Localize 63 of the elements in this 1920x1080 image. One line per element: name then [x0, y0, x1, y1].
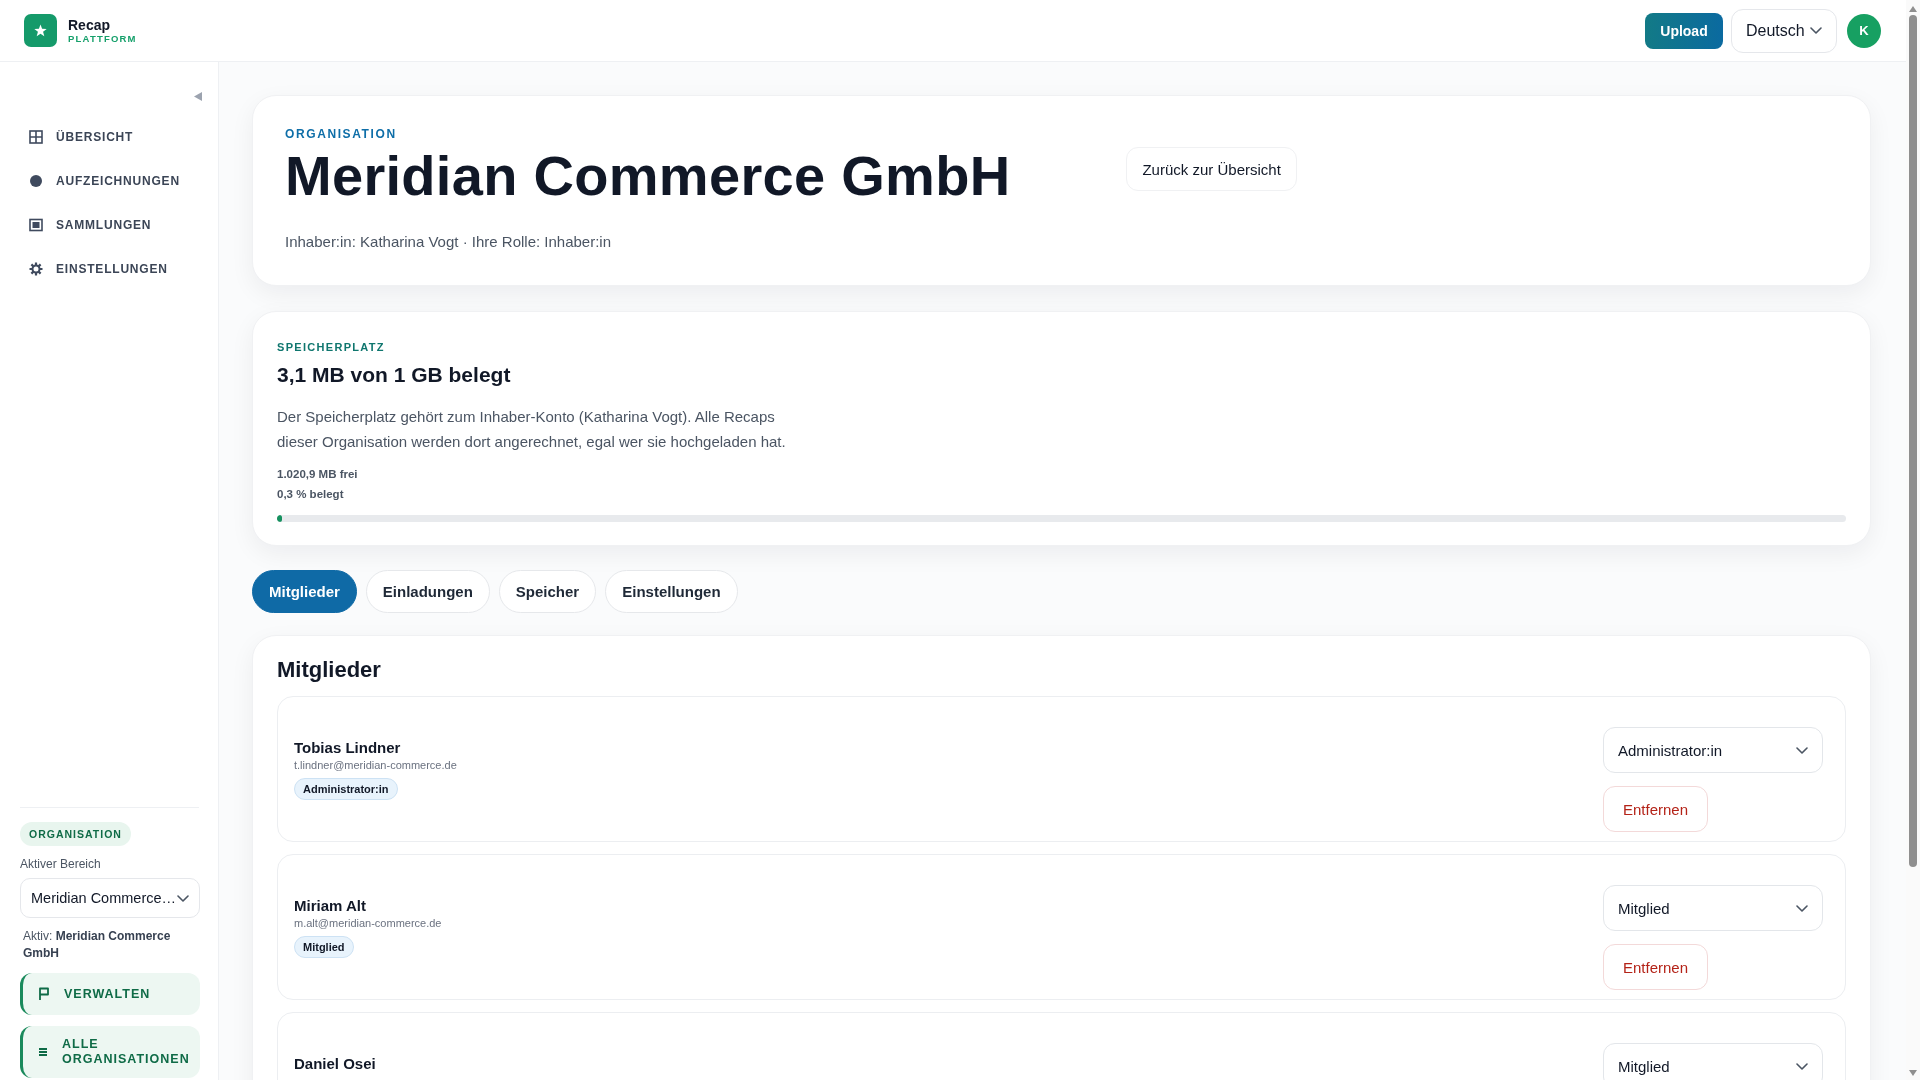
brand-name: Recap: [68, 16, 112, 33]
grid-icon: [29, 130, 43, 144]
chevron-down-icon: [1810, 27, 1822, 34]
sidebar-item-label: AUFZEICHNUNGEN: [56, 174, 180, 188]
scrollbar-track[interactable]: [1906, 0, 1920, 1080]
role-badge: Mitglied: [294, 936, 354, 958]
role-select[interactable]: Administrator:in: [1603, 727, 1823, 773]
owner-role-text: Inhaber:in: Katharina Vogt · Ihre Rolle: Inhaber:in: [285, 232, 613, 252]
member-name: Tobias Lindner: [294, 739, 401, 757]
language-select[interactable]: Deutsch: [1731, 8, 1837, 53]
sidebar-action-button[interactable]: ALLE ORGANISATIONEN: [20, 1026, 200, 1078]
action-label: ALLE ORGANISATIONEN: [62, 1037, 190, 1067]
sidebar-item[interactable]: SAMMLUNGEN: [20, 203, 199, 247]
gear-icon: [29, 262, 43, 276]
section-eyebrow: ORGANISATION: [285, 126, 398, 142]
members-heading: Mitglieder: [277, 656, 382, 684]
scrollbar-thumb[interactable]: [1909, 15, 1917, 867]
sidebar-item-label: EINSTELLUNGEN: [56, 262, 168, 276]
organisation-badge: ORGANISATION: [20, 822, 131, 846]
storage-usage-title: 3,1 MB von 1 GB belegt: [277, 362, 512, 388]
active-organisation-note: Aktiv: Meridian Commerce GmbH: [22, 928, 172, 962]
tab[interactable]: Mitglieder: [252, 570, 357, 613]
member-name: Daniel Osei: [294, 1055, 376, 1073]
square-frame-icon: [29, 218, 43, 232]
star-logo-icon[interactable]: [24, 14, 57, 47]
free-space-text: 1.020,9 MB frei: [277, 467, 359, 482]
scroll-down-icon[interactable]: [1909, 1070, 1917, 1076]
storage-description: Der Speicherplatz gehört zum Inhaber-Konto (Katharina Vogt). Alle Recaps dieser Organisation werden dort angerechnet, egal wer sie hochgeladen hat.: [277, 407, 787, 452]
sidebar-action-button[interactable]: VERWALTEN: [20, 973, 200, 1015]
sidebar-item-label: ÜBERSICHT: [56, 130, 134, 144]
role-badge: Administrator:in: [294, 778, 398, 800]
brand-tagline: PLATTFORM: [68, 32, 137, 45]
chevron-down-icon: [1796, 1062, 1808, 1070]
member-email: m.alt@meridian-commerce.de: [294, 916, 442, 930]
upload-button[interactable]: Upload: [1645, 12, 1723, 49]
tab[interactable]: Speicher: [498, 570, 597, 613]
role-select[interactable]: Mitglied: [1603, 885, 1823, 931]
sidebar-item[interactable]: ÜBERSICHT: [20, 115, 199, 159]
action-label: VERWALTEN: [64, 986, 151, 1002]
scroll-up-icon[interactable]: [1909, 6, 1917, 12]
sidebar-item-label: SAMMLUNGEN: [56, 218, 152, 232]
sidebar-item[interactable]: EINSTELLUNGEN: [20, 247, 199, 291]
sidebar-item[interactable]: AUFZEICHNUNGEN: [20, 159, 199, 203]
chevron-down-icon: [1796, 746, 1808, 754]
chevron-down-icon: [177, 894, 189, 902]
section-eyebrow: SPEICHERPLATZ: [277, 340, 386, 354]
dot-icon: [29, 174, 43, 188]
role-select[interactable]: Mitglied: [1603, 1043, 1823, 1080]
member-email: t.lindner@meridian-commerce.de: [294, 758, 457, 772]
tab[interactable]: Einstellungen: [605, 570, 738, 613]
back-button[interactable]: Zurück zur Übersicht: [1126, 147, 1297, 191]
member-name: Miriam Alt: [294, 897, 366, 915]
used-percent-text: 0,3 % belegt: [277, 487, 345, 502]
tab[interactable]: Einladungen: [365, 570, 490, 613]
list-icon: [38, 1047, 48, 1057]
remove-button[interactable]: Entfernen: [1603, 786, 1708, 832]
flag-icon: [38, 987, 50, 1001]
chevron-down-icon: [1796, 904, 1808, 912]
organisation-title: Meridian Commerce GmbH: [285, 144, 1011, 208]
field-label: Aktiver Bereich: [20, 857, 101, 872]
organisation-select[interactable]: Meridian Commerce…: [20, 878, 200, 918]
remove-button[interactable]: Entfernen: [1603, 944, 1708, 990]
left-triangle-icon[interactable]: [194, 92, 202, 101]
